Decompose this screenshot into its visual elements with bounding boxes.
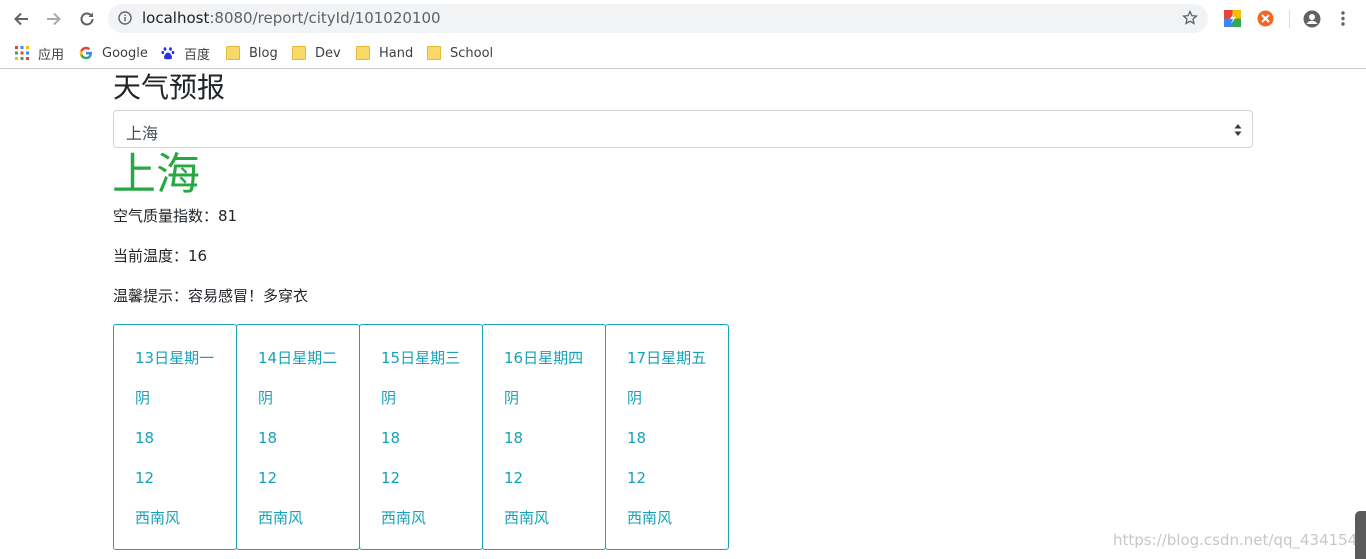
info-icon[interactable] bbox=[118, 11, 132, 25]
forecast-card: 14日星期二 阴 18 12 西南风 bbox=[236, 324, 360, 550]
reload-icon bbox=[80, 12, 94, 26]
folder-icon bbox=[427, 46, 441, 60]
bookmark-label: Blog bbox=[249, 45, 278, 61]
browser-toolbar: localhost:8080/report/cityId/101020100 bbox=[0, 0, 1366, 38]
aqi-text: 空气质量指数：81 bbox=[113, 207, 238, 225]
folder-icon bbox=[226, 46, 240, 60]
tip-text: 温馨提示：容易感冒！多穿衣 bbox=[113, 287, 309, 305]
forecast-wind: 西南风 bbox=[381, 509, 427, 527]
bookmark-label: Hand bbox=[379, 45, 414, 61]
bookmark-folder-school[interactable]: School bbox=[427, 44, 493, 62]
extension-orange-icon[interactable] bbox=[1257, 10, 1274, 27]
forecast-date: 16日星期四 bbox=[504, 349, 584, 367]
forecast-high: 18 bbox=[258, 429, 278, 447]
city-select[interactable]: 上海 bbox=[113, 110, 1253, 148]
forecast-weather: 阴 bbox=[135, 389, 151, 407]
page-title: 天气预报 bbox=[113, 71, 226, 104]
bookmark-label: Google bbox=[102, 45, 148, 61]
bookmark-folder-blog[interactable]: Blog bbox=[226, 44, 278, 62]
forecast-low: 12 bbox=[627, 469, 647, 487]
bookmark-label: Dev bbox=[315, 45, 341, 61]
forecast-low: 12 bbox=[381, 469, 401, 487]
current-temp-text: 当前温度：16 bbox=[113, 247, 208, 265]
scrollbar-thumb[interactable] bbox=[1355, 511, 1366, 559]
bookmarks-bar: 应用 Google 百度 Blog Dev Hand School bbox=[0, 38, 1366, 69]
forecast-date: 13日星期一 bbox=[135, 349, 215, 367]
forecast-weather: 阴 bbox=[627, 389, 643, 407]
forward-arrow-icon bbox=[47, 12, 61, 26]
bookmark-star-icon[interactable] bbox=[1182, 10, 1198, 26]
forecast-wind: 西南风 bbox=[135, 509, 181, 527]
forecast-date: 17日星期五 bbox=[627, 349, 707, 367]
address-bar[interactable]: localhost:8080/report/cityId/101020100 bbox=[108, 4, 1208, 33]
toolbar-separator bbox=[1289, 10, 1290, 28]
forecast-date: 14日星期二 bbox=[258, 349, 338, 367]
bookmark-baidu[interactable]: 百度 bbox=[161, 44, 211, 63]
forecast-card: 17日星期五 阴 18 12 西南风 bbox=[605, 324, 729, 550]
forward-button[interactable] bbox=[43, 8, 65, 30]
watermark-text: https://blog.csdn.net/qq_43415405 bbox=[1113, 531, 1366, 549]
forecast-low: 12 bbox=[135, 469, 155, 487]
menu-kebab-icon[interactable] bbox=[1336, 10, 1350, 27]
city-name-heading: 上海 bbox=[112, 149, 200, 200]
back-arrow-icon bbox=[14, 12, 28, 26]
forecast-card: 13日星期一 阴 18 12 西南风 bbox=[113, 324, 237, 550]
city-select-value: 上海 bbox=[126, 124, 159, 143]
forecast-wind: 西南风 bbox=[504, 509, 550, 527]
forecast-low: 12 bbox=[258, 469, 278, 487]
forecast-high: 18 bbox=[627, 429, 647, 447]
forecast-date: 15日星期三 bbox=[381, 349, 461, 367]
bookmark-google[interactable]: Google bbox=[79, 44, 148, 62]
bookmark-apps[interactable]: 应用 bbox=[15, 44, 65, 63]
bookmark-folder-dev[interactable]: Dev bbox=[292, 44, 341, 62]
bookmark-label: 百度 bbox=[184, 47, 211, 63]
bookmark-label: School bbox=[450, 45, 494, 61]
folder-icon bbox=[292, 46, 306, 60]
forecast-card: 15日星期三 阴 18 12 西南风 bbox=[359, 324, 483, 550]
apps-grid-icon bbox=[15, 46, 29, 60]
forecast-weather: 阴 bbox=[504, 389, 520, 407]
url-text[interactable]: localhost:8080/report/cityId/101020100 bbox=[142, 9, 441, 27]
select-updown-icon bbox=[1234, 124, 1242, 136]
forecast-weather: 阴 bbox=[258, 389, 274, 407]
bookmark-label: 应用 bbox=[38, 47, 65, 63]
baidu-paw-icon bbox=[161, 47, 175, 60]
url-host: localhost bbox=[142, 9, 210, 27]
forecast-high: 18 bbox=[135, 429, 155, 447]
back-button[interactable] bbox=[10, 8, 32, 30]
forecast-card: 16日星期四 阴 18 12 西南风 bbox=[482, 324, 606, 550]
forecast-weather: 阴 bbox=[381, 389, 397, 407]
reload-button[interactable] bbox=[76, 8, 98, 30]
profile-avatar-icon[interactable] bbox=[1303, 10, 1321, 28]
forecast-high: 18 bbox=[381, 429, 401, 447]
google-g-icon bbox=[79, 46, 92, 60]
forecast-low: 12 bbox=[504, 469, 524, 487]
forecast-high: 18 bbox=[504, 429, 524, 447]
forecast-wind: 西南风 bbox=[258, 509, 304, 527]
folder-icon bbox=[356, 46, 370, 60]
forecast-wind: 西南风 bbox=[627, 509, 673, 527]
url-path: :8080/report/cityId/101020100 bbox=[209, 9, 441, 27]
extension-colorful-icon[interactable] bbox=[1224, 10, 1241, 27]
bookmark-folder-hand[interactable]: Hand bbox=[356, 44, 413, 62]
